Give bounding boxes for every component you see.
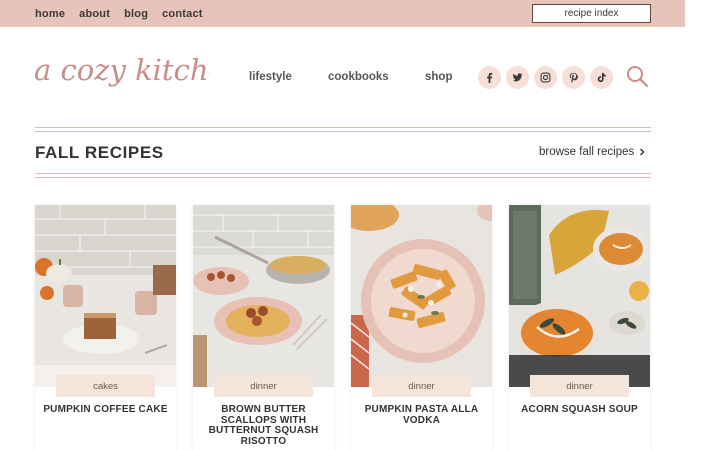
logo-text: a cozy kitchen <box>34 53 210 87</box>
recipe-card[interactable]: dinner BROWN BUTTER SCALLOPS WITH BUTTER… <box>193 205 334 450</box>
facebook-icon[interactable] <box>478 66 501 89</box>
top-nav-about[interactable]: about <box>79 8 110 20</box>
site-logo[interactable]: a cozy kitchen <box>34 44 210 104</box>
top-nav-home[interactable]: home <box>35 8 65 20</box>
category-tag[interactable]: dinner <box>372 375 471 397</box>
nav-cookbooks[interactable]: cookbooks <box>328 71 389 83</box>
recipe-photo[interactable] <box>351 205 492 387</box>
recipe-card[interactable]: cakes PUMPKIN COFFEE CAKE <box>35 205 176 450</box>
recipe-card[interactable]: dinner ACORN SQUASH SOUP <box>509 205 650 450</box>
twitter-icon[interactable] <box>506 66 529 89</box>
top-nav: home about blog contact <box>35 0 203 27</box>
nav-shop[interactable]: shop <box>425 71 452 83</box>
category-tag[interactable]: cakes <box>56 375 155 397</box>
category-tag[interactable]: dinner <box>530 375 629 397</box>
instagram-icon[interactable] <box>534 66 557 89</box>
pinterest-icon[interactable] <box>562 66 585 89</box>
section-title: FALL RECIPES <box>35 143 164 162</box>
top-nav-contact[interactable]: contact <box>162 8 203 20</box>
browse-fall-recipes-link[interactable]: browse fall recipes <box>539 146 646 158</box>
recipe-title[interactable]: BROWN BUTTER SCALLOPS WITH BUTTERNUT SQU… <box>198 404 329 447</box>
recipe-index-button[interactable]: recipe index <box>532 4 651 23</box>
top-nav-blog[interactable]: blog <box>124 8 148 20</box>
nav-lifestyle[interactable]: lifestyle <box>249 71 292 83</box>
search-icon[interactable] <box>625 64 649 88</box>
recipe-card[interactable]: dinner PUMPKIN PASTA ALLA VODKA <box>351 205 492 450</box>
recipe-photo[interactable] <box>35 205 176 387</box>
category-tag[interactable]: dinner <box>214 375 313 397</box>
divider-line <box>35 177 651 178</box>
divider-line <box>35 173 651 174</box>
recipe-title[interactable]: PUMPKIN COFFEE CAKE <box>40 404 171 416</box>
recipe-title[interactable]: PUMPKIN PASTA ALLA VODKA <box>356 404 487 426</box>
chevron-right-icon <box>640 148 645 156</box>
recipe-photo[interactable] <box>193 205 334 387</box>
recipe-title[interactable]: ACORN SQUASH SOUP <box>514 404 645 416</box>
tiktok-icon[interactable] <box>590 66 613 89</box>
browse-label: browse fall recipes <box>539 146 635 158</box>
recipe-photo[interactable] <box>509 205 650 387</box>
divider-line <box>35 127 651 128</box>
divider-line <box>35 131 651 132</box>
